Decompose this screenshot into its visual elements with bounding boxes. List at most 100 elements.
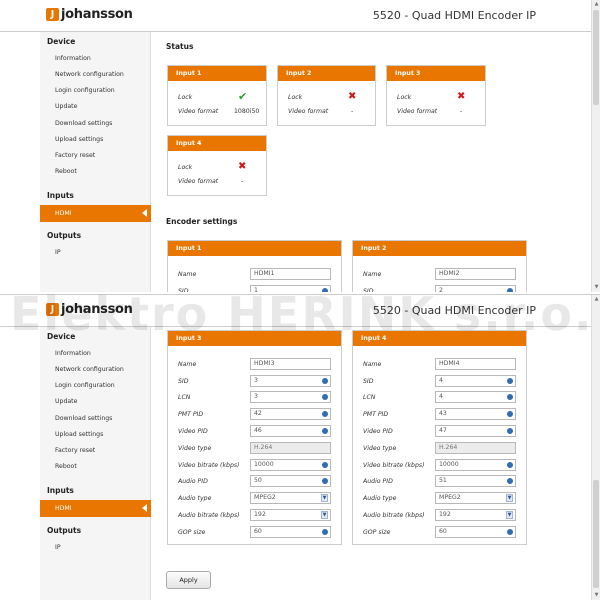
sid-label: SID (363, 378, 374, 385)
sid-input[interactable]: 3 (250, 375, 331, 387)
stepper-icon[interactable] (322, 378, 328, 384)
lcn-label: LCN (178, 394, 191, 401)
stepper-icon[interactable] (322, 411, 328, 417)
sidebar-item-reboot[interactable]: Reboot (40, 459, 151, 475)
audio-type-select[interactable]: MPEG2 ▼ (435, 492, 516, 504)
sidebar-item-download-settings[interactable]: Download settings (40, 411, 151, 427)
chevron-down-icon[interactable]: ▼ (321, 494, 328, 502)
apply-button[interactable]: Apply (166, 571, 211, 589)
page-header: J johansson 5520 - Quad HDMI Encoder IP (0, 0, 600, 32)
lcn-input[interactable]: 3 (250, 391, 331, 403)
name-input[interactable]: HDMI2 (435, 268, 516, 280)
scroll-up-icon[interactable]: ▲ (593, 296, 600, 303)
audio-pid-label: Audio PID (178, 478, 208, 485)
scroll-down-icon[interactable]: ▼ (593, 592, 600, 599)
video-pid-value: 47 (439, 427, 447, 434)
status-card-input-4: Input 4 Lock Video format ✖ - (167, 135, 267, 196)
chevron-down-icon[interactable]: ▼ (506, 494, 513, 502)
sid-label: SID (363, 288, 374, 292)
sidebar-item-hdmi[interactable]: HDMI (40, 205, 151, 222)
audio-bitrate-select[interactable]: 192 ▼ (435, 509, 516, 521)
chevron-down-icon[interactable]: ▼ (321, 511, 328, 519)
video-type-label: Video type (178, 445, 212, 452)
stepper-icon[interactable] (507, 288, 513, 292)
sidebar-item-network-configuration[interactable]: Network configuration (40, 362, 151, 378)
sidebar-item-factory-reset[interactable]: Factory reset (40, 148, 151, 164)
chevron-down-icon[interactable]: ▼ (506, 511, 513, 519)
sidebar-item-upload-settings[interactable]: Upload settings (40, 427, 151, 443)
stepper-icon[interactable] (507, 378, 513, 384)
name-input[interactable]: HDMI4 (435, 358, 516, 370)
name-input[interactable]: HDMI3 (250, 358, 331, 370)
sidebar-item-update[interactable]: Update (40, 394, 151, 410)
sidebar-item-login-configuration[interactable]: Login configuration (40, 378, 151, 394)
sidebar-item-ip[interactable]: IP (40, 540, 151, 556)
sidebar-item-login-configuration[interactable]: Login configuration (40, 83, 151, 99)
scroll-up-icon[interactable]: ▲ (593, 1, 600, 8)
video-bitrate-label: Video bitrate (kbps) (363, 462, 425, 469)
sidebar: Device Information Network configuration… (40, 327, 151, 600)
sidebar-item-ip[interactable]: IP (40, 245, 151, 261)
pmt-pid-input[interactable]: 42 (250, 408, 331, 420)
audio-pid-input[interactable]: 51 (435, 475, 516, 487)
video-format-value: 1080i50 (234, 108, 260, 115)
gop-size-label: GOP size (178, 529, 206, 536)
lcn-input[interactable]: 4 (435, 391, 516, 403)
encoder-card-title: Input 4 (353, 331, 526, 346)
gop-size-input[interactable]: 60 (435, 526, 516, 538)
video-pid-input[interactable]: 47 (435, 425, 516, 437)
pmt-pid-input[interactable]: 43 (435, 408, 516, 420)
sid-input[interactable]: 1 (250, 285, 331, 292)
audio-type-select[interactable]: MPEG2 ▼ (250, 492, 331, 504)
cross-icon: ✖ (457, 91, 466, 102)
sidebar-item-information[interactable]: Information (40, 346, 151, 362)
video-bitrate-input[interactable]: 10000 (435, 459, 516, 471)
stepper-icon[interactable] (322, 478, 328, 484)
gop-size-input[interactable]: 60 (250, 526, 331, 538)
gop-size-label: GOP size (363, 529, 391, 536)
video-pid-input[interactable]: 46 (250, 425, 331, 437)
status-card-input-2: Input 2 Lock Video format ✖ - (277, 65, 376, 126)
stepper-icon[interactable] (322, 394, 328, 400)
lcn-value: 4 (439, 393, 443, 400)
stepper-icon[interactable] (322, 462, 328, 468)
sidebar-item-upload-settings[interactable]: Upload settings (40, 132, 151, 148)
scrollbar[interactable]: ▲ ▼ (591, 0, 600, 292)
sidebar-item-information[interactable]: Information (40, 51, 151, 67)
stepper-icon[interactable] (507, 411, 513, 417)
stepper-icon[interactable] (507, 394, 513, 400)
stepper-icon[interactable] (322, 428, 328, 434)
audio-pid-value: 51 (439, 477, 447, 484)
video-bitrate-label: Video bitrate (kbps) (178, 462, 240, 469)
encoder-card-title: Input 1 (168, 241, 341, 256)
sidebar-item-update[interactable]: Update (40, 99, 151, 115)
video-bitrate-input[interactable]: 10000 (250, 459, 331, 471)
audio-type-value: MPEG2 (439, 494, 461, 501)
sidebar-item-factory-reset[interactable]: Factory reset (40, 443, 151, 459)
scrollbar-thumb[interactable] (593, 10, 599, 105)
sidebar-item-network-configuration[interactable]: Network configuration (40, 67, 151, 83)
stepper-icon[interactable] (507, 462, 513, 468)
status-heading: Status (166, 42, 194, 51)
sidebar-item-hdmi[interactable]: HDMI (40, 500, 151, 517)
scrollbar[interactable]: ▲ ▼ (591, 295, 600, 600)
stepper-icon[interactable] (322, 529, 328, 535)
sid-input[interactable]: 4 (435, 375, 516, 387)
status-card-title: Input 1 (168, 66, 266, 81)
audio-type-label: Audio type (178, 495, 212, 502)
audio-pid-input[interactable]: 50 (250, 475, 331, 487)
stepper-icon[interactable] (507, 529, 513, 535)
stepper-icon[interactable] (322, 288, 328, 292)
page-title: 5520 - Quad HDMI Encoder IP (372, 9, 536, 22)
name-input[interactable]: HDMI1 (250, 268, 331, 280)
sidebar-item-reboot[interactable]: Reboot (40, 164, 151, 180)
sid-input[interactable]: 2 (435, 285, 516, 292)
stepper-icon[interactable] (507, 478, 513, 484)
stepper-icon[interactable] (507, 428, 513, 434)
scrollbar-thumb[interactable] (593, 480, 599, 588)
screenshot-top: J johansson 5520 - Quad HDMI Encoder IP … (0, 0, 600, 292)
pmt-pid-value: 43 (439, 410, 447, 417)
scroll-down-icon[interactable]: ▼ (593, 284, 600, 291)
sidebar-item-download-settings[interactable]: Download settings (40, 116, 151, 132)
audio-bitrate-select[interactable]: 192 ▼ (250, 509, 331, 521)
